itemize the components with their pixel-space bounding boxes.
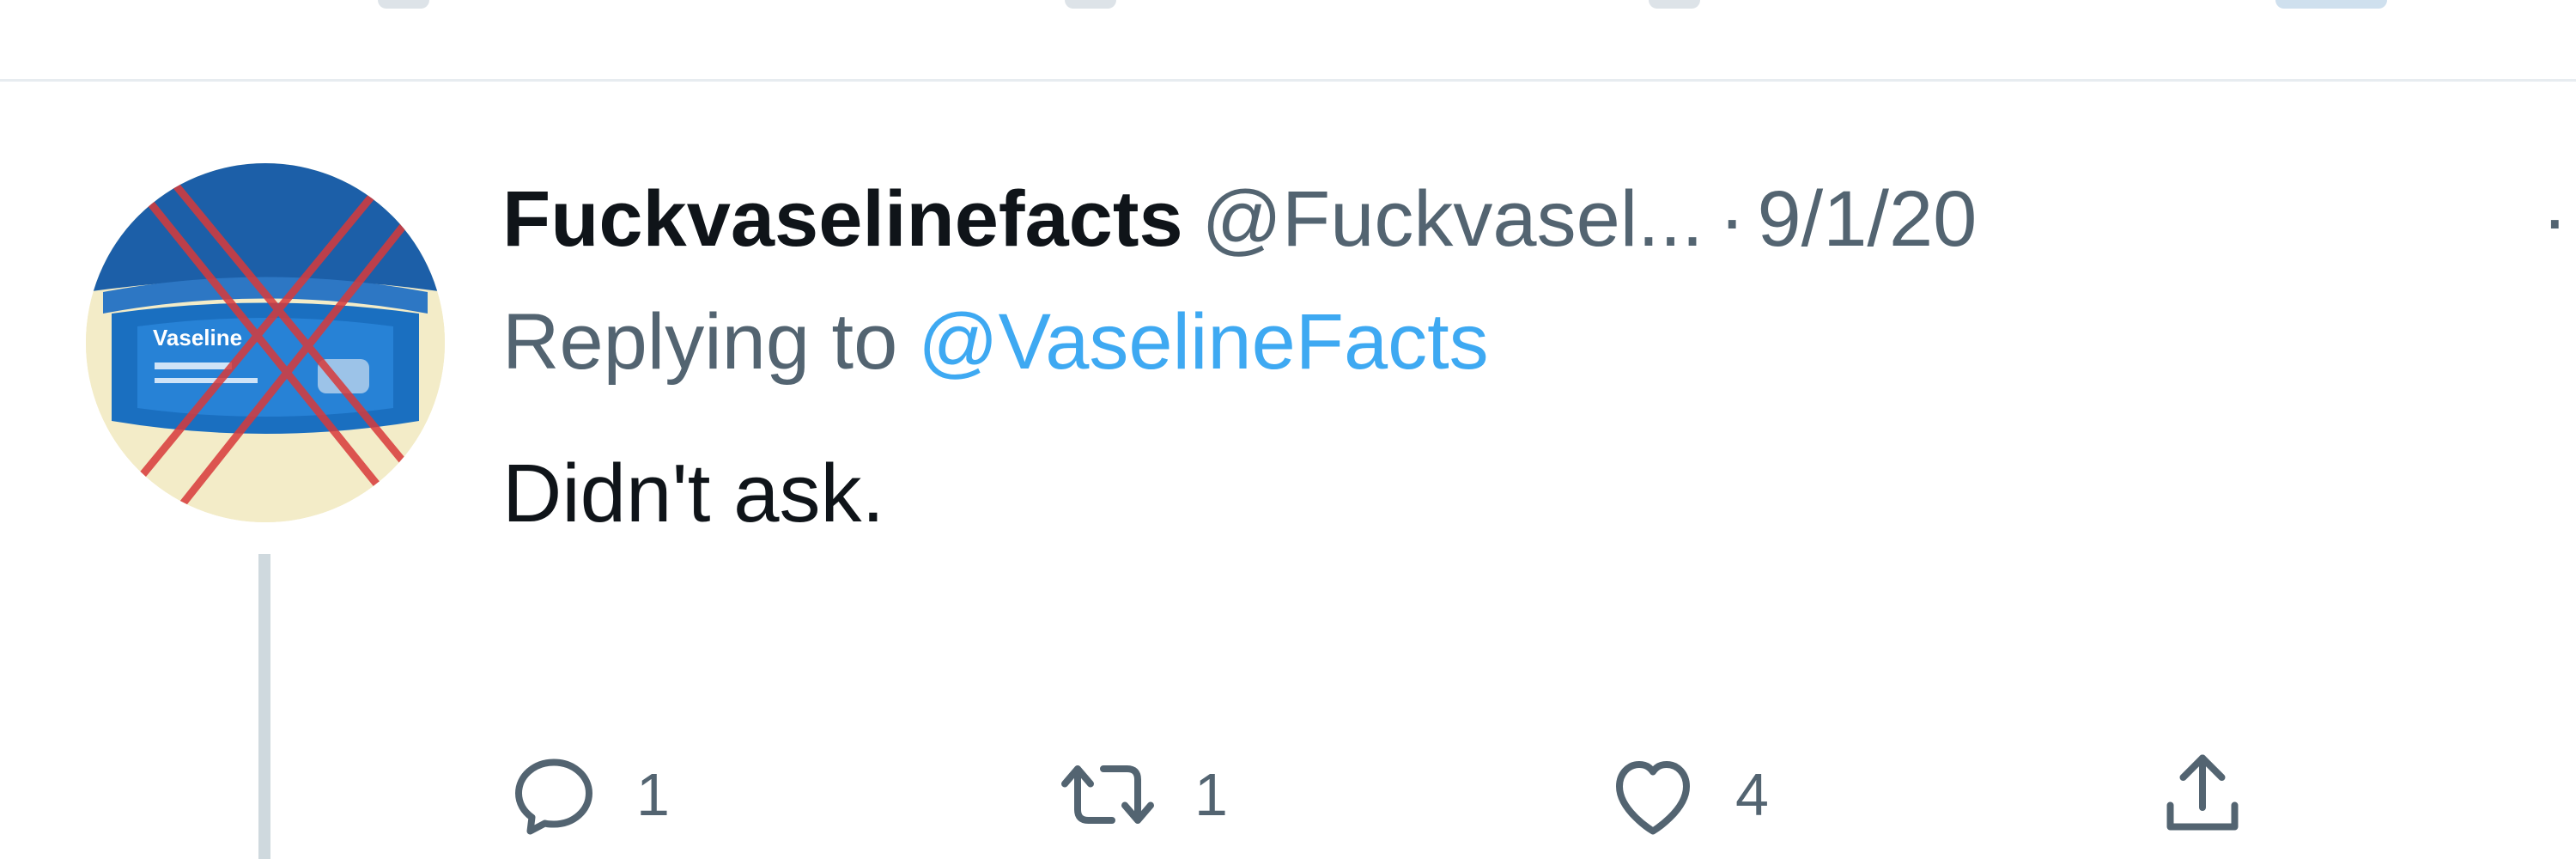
- tweet-header: Fuckvaselinefacts @Fuckvasel... · 9/1/20 ·: [502, 163, 2576, 275]
- thread-connector-line: [258, 554, 270, 859]
- replying-to-label: Replying to: [502, 298, 898, 386]
- retweet-count: 1: [1194, 761, 1228, 828]
- tweet-thread-view: Vaseline Fuckvaselinefacts @Fuckvasel... ·…: [0, 0, 2576, 859]
- replying-to-line: Replying to @VaselineFacts: [502, 290, 2576, 393]
- vaseline-jar-crossed-out-image: Vaseline: [86, 163, 445, 522]
- reply-count: 1: [636, 761, 670, 828]
- retweet-button[interactable]: 1: [1052, 743, 1228, 846]
- replying-to-link[interactable]: @VaselineFacts: [918, 298, 1488, 386]
- share-icon: [2166, 754, 2239, 831]
- tweet[interactable]: Vaseline Fuckvaselinefacts @Fuckvasel... ·…: [0, 82, 2576, 859]
- reply-button[interactable]: 1: [502, 743, 670, 846]
- user-handle[interactable]: @Fuckvasel...: [1202, 175, 1704, 263]
- more-options-icon[interactable]: ·: [2542, 163, 2568, 275]
- like-button[interactable]: 4: [1601, 743, 1769, 846]
- tweet-date[interactable]: 9/1/20: [1758, 175, 1978, 263]
- previous-tweet-actions-remnant: [0, 0, 2576, 17]
- like-count: 4: [1735, 761, 1769, 828]
- tweet-actions: 1 1 4: [502, 743, 2306, 846]
- reply-icon: [515, 758, 592, 835]
- avatar-brand-text: Vaseline: [153, 325, 242, 350]
- tweet-text: Didn't ask.: [502, 448, 885, 539]
- heart-icon: [1616, 761, 1690, 835]
- avatar[interactable]: Vaseline: [86, 163, 445, 522]
- retweet-icon: [1061, 765, 1154, 824]
- tweet-content: Fuckvaselinefacts @Fuckvasel... · 9/1/20 · …: [502, 163, 2576, 550]
- separator-dot: ·: [1718, 175, 1746, 263]
- share-button[interactable]: [2151, 743, 2285, 846]
- display-name[interactable]: Fuckvaselinefacts: [502, 175, 1183, 263]
